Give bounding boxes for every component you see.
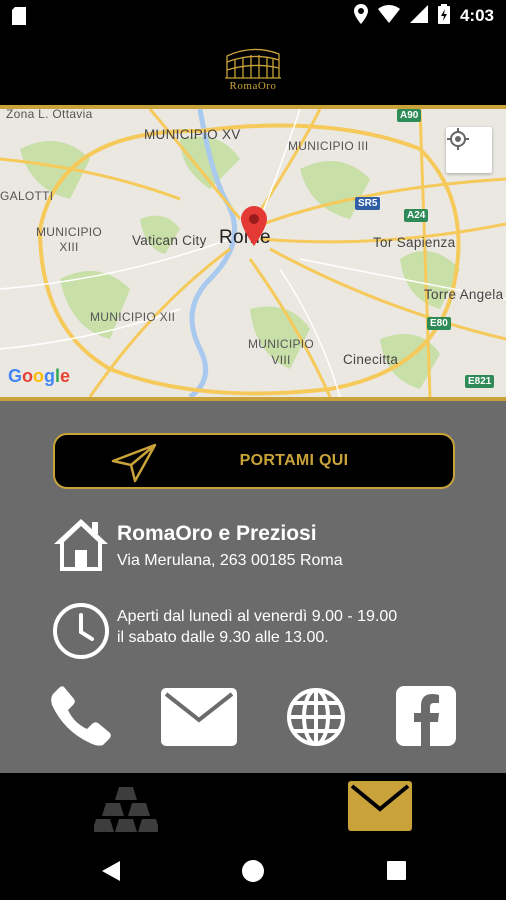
google-logo: Google <box>8 366 71 386</box>
website-globe-icon[interactable] <box>286 687 346 751</box>
store-info <box>52 516 110 574</box>
home-icon <box>52 516 110 574</box>
crosshair-icon <box>447 128 469 150</box>
bottom-nav <box>0 773 506 839</box>
road-shield-e821: E821 <box>465 375 495 388</box>
map-label-vatican: Vatican City <box>132 233 207 248</box>
system-nav-bar <box>0 839 506 900</box>
hours-weekdays: Aperti dal lunedì al venerdì 9.00 - 19.0… <box>117 608 398 625</box>
navigate-button[interactable]: PORTAMI QUI <box>53 433 455 489</box>
signal-icon <box>409 5 428 27</box>
map-label-municipio-iii: MUNICIPIO III <box>288 139 369 153</box>
back-icon[interactable] <box>102 861 120 885</box>
hours-saturday: il sabato dalle 9.30 alle 13.00. <box>117 629 329 646</box>
map-label-torre-angela: Torre Angela <box>424 287 504 302</box>
clock-icon <box>52 602 110 660</box>
phone-icon[interactable] <box>50 685 112 751</box>
clock: 4:03 <box>459 6 494 25</box>
info-panel: PORTAMI QUI RomaOro e Preziosi Via Merul… <box>0 401 506 773</box>
nav-contact-mail-icon[interactable] <box>348 781 412 835</box>
map-label-municipio-viii: MUNICIPIO VIII <box>248 337 315 367</box>
battery-icon <box>437 4 450 28</box>
logo-text: RomaOro <box>229 80 277 92</box>
store-address: Via Merulana, 263 00185 Roma <box>117 552 343 569</box>
map-label-galotti: GALOTTI <box>0 189 54 203</box>
map-label-municipio-xv: MUNICIPIO XV <box>144 127 241 142</box>
sd-card-icon <box>12 7 26 29</box>
wifi-icon <box>377 5 400 27</box>
status-bar: 4:03 <box>0 0 506 32</box>
road-shield-e80: E80 <box>427 317 451 330</box>
map-label-tor-sapienza: Tor Sapienza <box>373 235 456 250</box>
location-icon <box>353 4 368 28</box>
map-label-zona: Zona L. Ottavia <box>6 107 93 121</box>
my-location-button[interactable] <box>446 127 492 173</box>
recents-icon[interactable] <box>387 861 406 884</box>
map-label-municipio-xii: MUNICIPIO XII <box>90 310 176 324</box>
road-shield-a24: A24 <box>404 209 429 222</box>
home-nav-icon[interactable] <box>242 860 264 886</box>
store-name: RomaOro e Preziosi <box>117 522 317 545</box>
romaoro-logo: RomaOro <box>213 42 293 102</box>
road-shield-sr5: SR5 <box>355 197 381 210</box>
navigate-label: PORTAMI QUI <box>239 452 349 469</box>
email-icon[interactable] <box>161 688 237 750</box>
map-label-cinecitta: Cinecitta <box>343 352 399 367</box>
app-header: RomaOro <box>0 32 506 105</box>
map-label-municipio-xiii: MUNICIPIO XIII <box>36 225 103 254</box>
contact-actions <box>0 683 506 753</box>
map-view[interactable]: Zona L. Ottavia MUNICIPIO XV MUNICIPIO I… <box>0 105 506 401</box>
road-shield-a90: A90 <box>397 109 422 122</box>
colosseum-icon <box>225 48 281 79</box>
nav-gold-bars-icon[interactable] <box>92 787 160 837</box>
facebook-icon[interactable] <box>396 686 456 750</box>
hours-info <box>52 602 110 660</box>
